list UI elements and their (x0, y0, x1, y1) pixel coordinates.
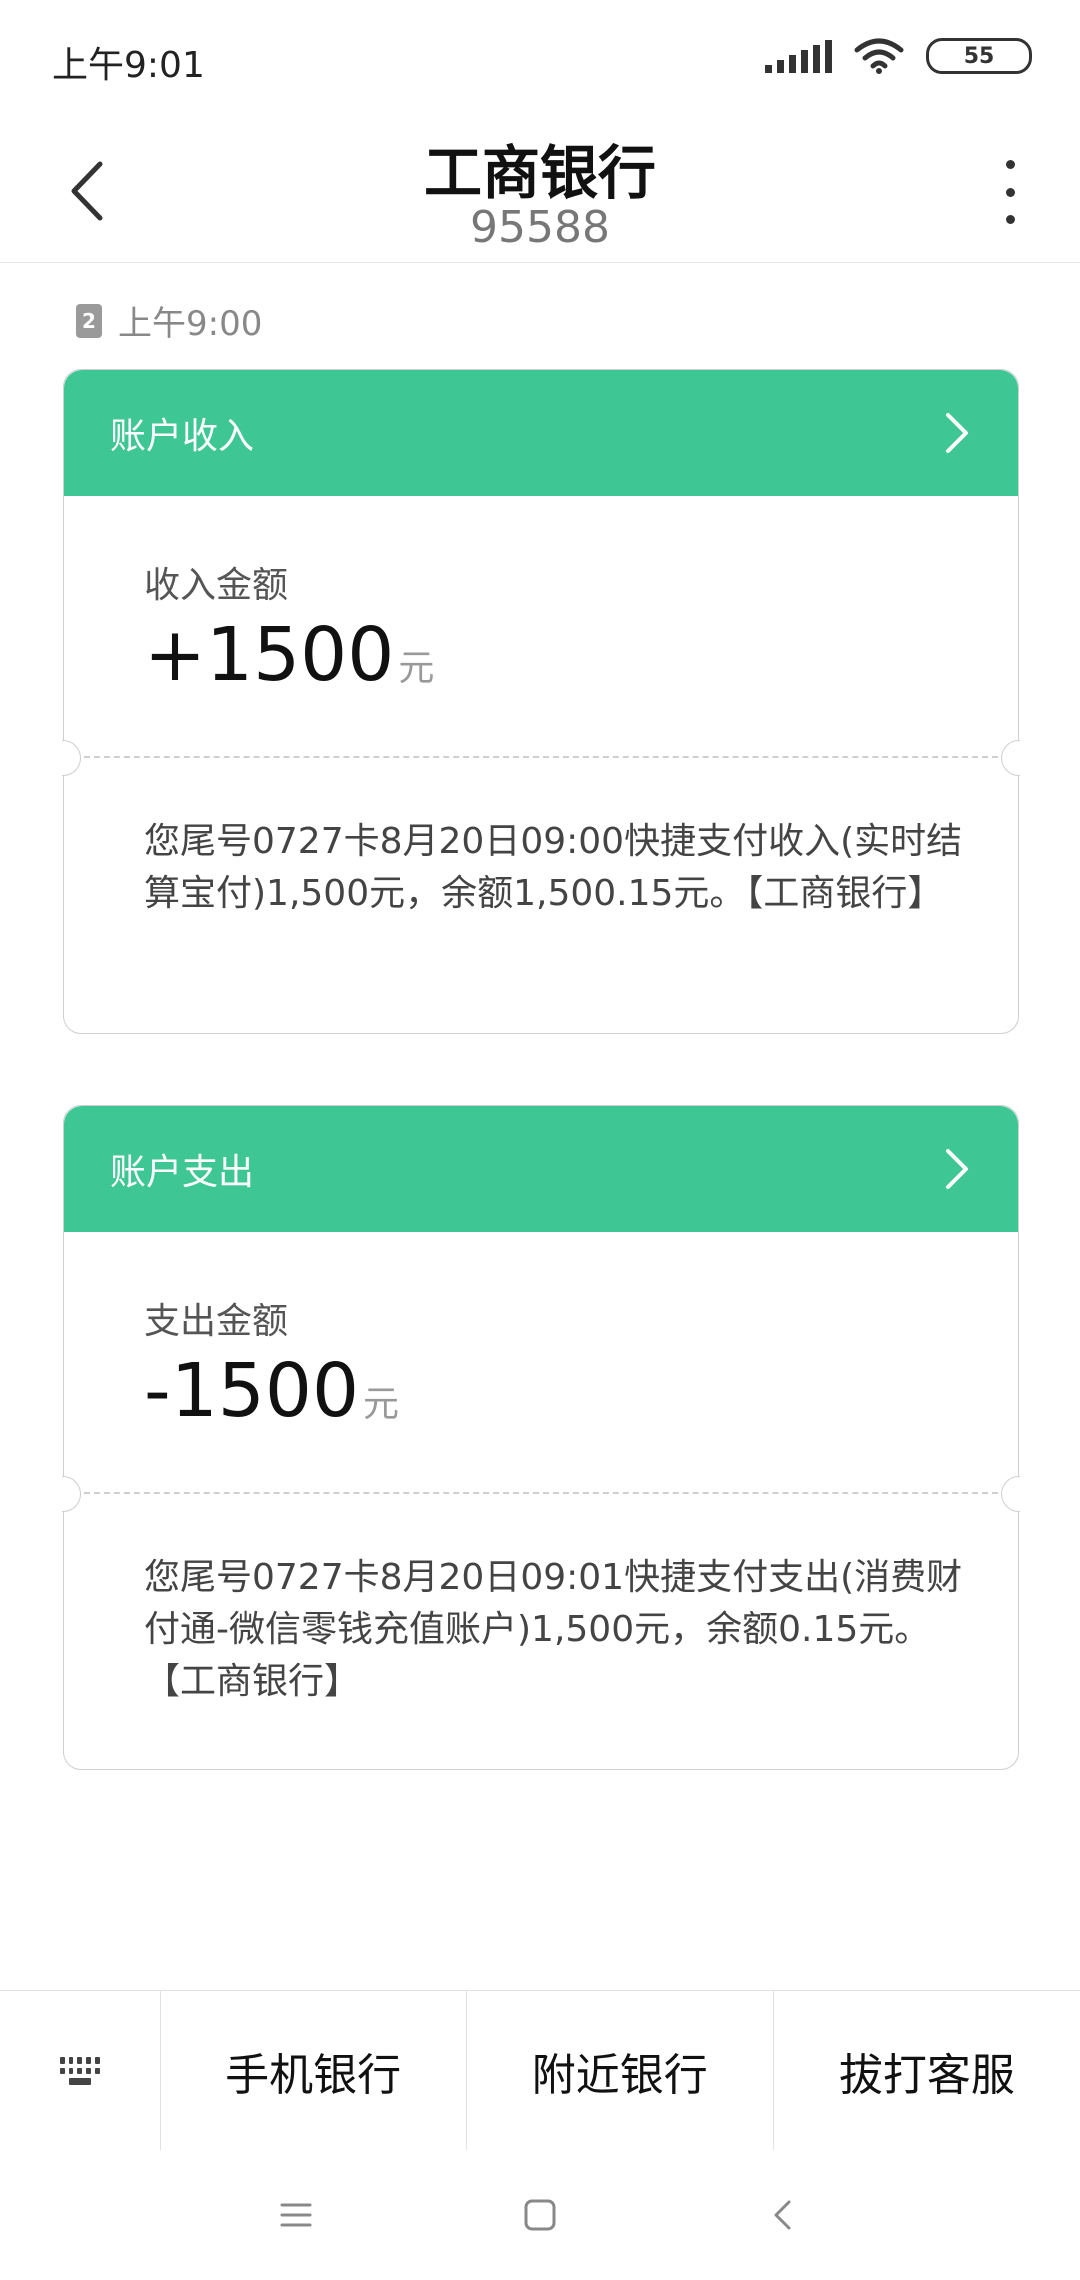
nav-back-icon[interactable] (767, 2198, 801, 2232)
battery-icon: 55 (926, 38, 1032, 74)
home-icon[interactable] (523, 2198, 557, 2232)
status-bar: 上午9:01 55 (0, 0, 1080, 120)
call-service-button[interactable]: 拔打客服 (774, 1991, 1080, 2151)
status-icons: 55 (765, 38, 1032, 74)
income-card[interactable]: 账户收入 收入金额 +1500 元 您尾号0727卡8月20日09:00快捷支付… (44, 369, 1038, 1034)
expense-card[interactable]: 账户支出 支出金额 -1500 元 您尾号0727卡8月20日09:01快捷支付… (44, 1105, 1038, 1770)
bottom-action-bar: 手机银行 附近银行 拔打客服 (0, 1990, 1080, 2151)
menu-icon[interactable] (279, 2198, 313, 2232)
sim-card-icon: 2 (76, 303, 102, 338)
amount-unit: 元 (398, 648, 435, 689)
conversation-header: 工商银行 95588 (0, 120, 1080, 263)
card-title: 账户支出 (110, 1152, 255, 1193)
chevron-right-icon (946, 413, 968, 453)
signal-icon (765, 39, 832, 73)
card-header[interactable]: 账户支出 (64, 1106, 1018, 1232)
system-nav-bar (0, 2150, 1080, 2280)
status-time: 上午9:01 (52, 45, 205, 86)
page-title: 工商银行 (423, 139, 656, 207)
wifi-icon (854, 38, 904, 74)
nearby-bank-button[interactable]: 附近银行 (467, 1991, 774, 2151)
chevron-right-icon (946, 1149, 968, 1189)
keyboard-toggle-button[interactable] (0, 1991, 161, 2151)
message-meta: 2 上午9:00 (76, 296, 262, 345)
amount-label: 支出金额 (144, 1301, 289, 1342)
card-header[interactable]: 账户收入 (64, 370, 1018, 496)
amount: +1500 元 (144, 612, 434, 698)
amount-label: 收入金额 (144, 565, 289, 606)
message-body: 您尾号0727卡8月20日09:01快捷支付支出(消费财付通-微信零钱充值账户)… (144, 1557, 963, 1702)
dashed-divider (64, 1492, 1018, 1494)
amount-value: -1500 (144, 1348, 360, 1434)
phone-number: 95588 (470, 202, 610, 253)
message-body: 您尾号0727卡8月20日09:00快捷支付收入(实时结算宝付)1,500元，余… (144, 821, 963, 914)
card-title: 账户收入 (110, 416, 255, 457)
mobile-banking-button[interactable]: 手机银行 (161, 1991, 467, 2151)
dashed-divider (64, 756, 1018, 758)
amount-unit: 元 (363, 1384, 400, 1425)
amount: -1500 元 (144, 1348, 399, 1434)
amount-value: +1500 (144, 612, 395, 698)
keyboard-icon (59, 2057, 100, 2085)
more-options-icon[interactable] (1000, 160, 1020, 224)
message-time: 上午9:00 (118, 304, 263, 344)
